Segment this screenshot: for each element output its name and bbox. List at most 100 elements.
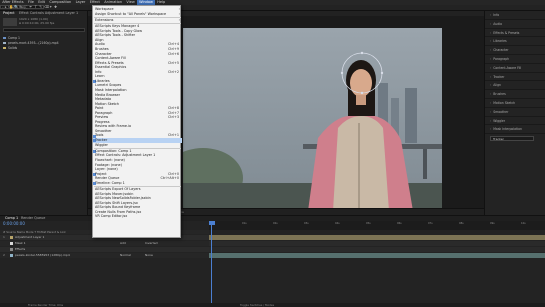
ruler-tick-label: 06s: [397, 222, 402, 225]
chevron-right-icon: ›: [490, 30, 492, 35]
item-type-icon: [3, 36, 6, 40]
panel-effects-presets[interactable]: › Effects & Presets: [485, 29, 545, 38]
toggle-switches-modes[interactable]: Toggle Switches / Modes: [240, 303, 274, 307]
panel-label: Audio: [493, 21, 503, 26]
timeline-layer-row[interactable]: Effects: [0, 247, 209, 252]
layer-label-color[interactable]: [10, 241, 13, 245]
panel-motion-sketch[interactable]: › Motion Sketch: [485, 99, 545, 108]
panel-label: Libraries: [493, 39, 507, 44]
brush-tool-icon[interactable]: ✎: [39, 5, 43, 10]
panel-label: Mask Interpolation: [493, 127, 523, 132]
footage-frame[interactable]: [183, 28, 442, 211]
menu-item-vr-comp-editor-jsx[interactable]: VR Comp Editor.jsx: [93, 214, 182, 219]
layer-duration-bar[interactable]: [209, 235, 545, 240]
chevron-right-icon: ›: [490, 74, 492, 79]
project-thumbnail: [3, 18, 17, 26]
panel-character[interactable]: › Character: [485, 46, 545, 55]
ruler-tick-label: 02s: [273, 222, 278, 225]
layer-parent-select[interactable]: None: [145, 253, 153, 258]
footage-image: [183, 28, 442, 211]
panel-align[interactable]: › Align: [485, 81, 545, 91]
ruler-tick-label: 10s: [521, 222, 526, 225]
panel-mask-interpolation[interactable]: › Mask Interpolation: [485, 125, 545, 135]
current-time[interactable]: 0:00:00:00: [3, 221, 25, 227]
panel-smoother[interactable]: › Smoother: [485, 108, 545, 117]
layer-label-color[interactable]: [10, 253, 13, 257]
layer-number: 2: [3, 253, 5, 257]
panel-label: Effects & Presets: [493, 30, 520, 35]
panel-brushes[interactable]: › Brushes: [485, 90, 545, 99]
layer-label-color[interactable]: [10, 235, 13, 239]
layer-duration-bar[interactable]: [209, 247, 545, 252]
panel-label: Character: [493, 48, 509, 53]
project-item[interactable]: Solids: [3, 46, 85, 50]
project-info: 1920 x 1080 (1.00) Δ 0:00:10:00, 25.00 f…: [19, 17, 55, 25]
panel-audio[interactable]: › Audio: [485, 20, 545, 29]
chevron-right-icon: ›: [490, 57, 492, 61]
panel-label: Smoother: [493, 109, 509, 114]
anchor-tool-icon[interactable]: ✚: [54, 5, 58, 10]
layer-name: Effects: [15, 247, 26, 251]
chevron-right-icon: ›: [490, 48, 492, 53]
ruler-tick-label: 08s: [459, 222, 464, 225]
panel-label: Motion Sketch: [493, 101, 516, 105]
ruler-tick-label: 03s: [304, 222, 309, 225]
panel-label: Brushes: [493, 92, 506, 97]
layer-name: Adjustment Layer 1: [15, 235, 45, 239]
chevron-right-icon: ›: [490, 101, 492, 105]
panel-content-aware-fill[interactable]: › Content-Aware Fill: [485, 64, 545, 73]
window-menu-dropdown: Workspace › Assign Shortcut to "All Panels…: [92, 5, 182, 238]
chevron-right-icon: ›: [490, 65, 492, 70]
tab-effect-controls[interactable]: Effect Controls Adjustment Layer 1: [16, 11, 81, 16]
ruler-tick-label: 09s: [490, 222, 495, 225]
layer-duration-bar[interactable]: [209, 241, 545, 246]
layer-duration-bar[interactable]: [209, 253, 545, 258]
tracker-select[interactable]: Tracker: [490, 136, 534, 141]
panel-info[interactable]: › Info: [485, 11, 545, 20]
selection-tool-icon[interactable]: ▸: [4, 5, 8, 10]
layer-name: Mask 1: [15, 241, 26, 245]
ruler-tick-label: 07s: [428, 222, 433, 225]
time-ruler[interactable]: 0s01s02s03s04s05s06s07s08s09s10s: [209, 221, 545, 230]
project-item-label: Comp 1: [8, 36, 20, 40]
project-search-input[interactable]: [3, 28, 85, 32]
puppet-tool-icon[interactable]: ✦: [49, 5, 53, 10]
playhead[interactable]: [211, 221, 212, 304]
panel-paragraph[interactable]: › Paragraph: [485, 55, 545, 64]
layer-label-color[interactable]: [10, 247, 13, 251]
layer-mode-select[interactable]: Normal: [120, 253, 131, 258]
tab-project[interactable]: Project: [0, 11, 18, 16]
layer-number: 1: [3, 235, 5, 239]
pen-tool-icon[interactable]: ✒: [29, 5, 33, 10]
chevron-right-icon: ›: [490, 127, 492, 132]
chevron-right-icon: ›: [490, 13, 492, 17]
panel-label: Paragraph: [493, 57, 510, 61]
layer-parent-select[interactable]: Inverted: [145, 241, 158, 246]
right-panel: › Info › Audio › Effects & Presets › Libraries ›…: [484, 11, 545, 215]
panel-tracker[interactable]: › Tracker: [485, 73, 545, 82]
timeline-layer-row[interactable]: 2 pexels-kindel-5585953 (1280p).mp4 Normal…: [0, 253, 209, 258]
ruler-tick-label: 04s: [335, 222, 340, 225]
ruler-tick-label: 05s: [366, 222, 371, 225]
item-type-icon: [3, 46, 6, 50]
chevron-right-icon: ›: [490, 109, 492, 114]
project-item[interactable]: Comp 1: [3, 36, 85, 40]
chevron-right-icon: ›: [490, 83, 492, 88]
ruler-tick-label: 01s: [242, 222, 247, 225]
type-tool-icon[interactable]: T: [34, 5, 38, 10]
layer-mode-select[interactable]: Add: [120, 241, 126, 246]
timeline-layer-row[interactable]: Mask 1 Add Inverted: [0, 241, 209, 246]
panel-label: Tracker: [493, 74, 505, 79]
status-bar: Frame Render Time: 0ms Toggle Switches /…: [0, 303, 545, 307]
project-item[interactable]: pexels-mart-4393...(2160p).mp4: [3, 41, 85, 45]
menu-item-label: VR Comp Editor.jsx: [95, 214, 128, 219]
chevron-right-icon: ›: [490, 118, 492, 123]
chevron-right-icon: ›: [490, 21, 492, 26]
panel-wiggler[interactable]: › Wiggler: [485, 117, 545, 126]
timeline-panel: Comp 1 Render Queue 0:00:00:00 0s01s02s0…: [0, 215, 545, 304]
panel-libraries[interactable]: › Libraries: [485, 37, 545, 47]
panel-label: Info: [493, 13, 500, 17]
frame-render-time: Frame Render Time: 0ms: [28, 303, 64, 307]
eraser-tool-icon[interactable]: ⌫: [44, 5, 49, 10]
panel-label: Align: [493, 83, 502, 88]
